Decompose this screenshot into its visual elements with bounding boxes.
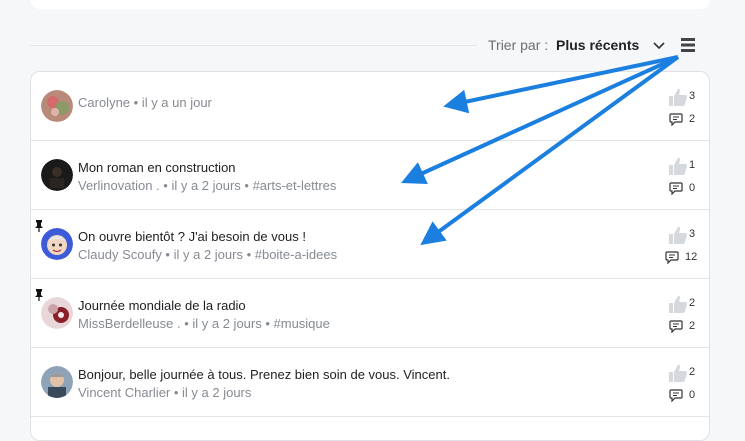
post-title[interactable]: On ouvre bientôt ? J'ai besoin de vous ! [78, 229, 306, 244]
post-meta: MissBerdelleuse . • il y a 2 jours • #mu… [78, 316, 330, 331]
post-stats: 2 2 [659, 279, 709, 348]
divider [30, 45, 477, 46]
post-stats: 2 0 [659, 348, 709, 417]
post-stats: 3 12 [659, 210, 709, 279]
comment-count: 12 [685, 251, 698, 263]
like-count: 1 [689, 159, 696, 171]
list-item[interactable]: Journée mondiale de la radio MissBerdell… [31, 279, 709, 348]
sort-label: Trier par : [488, 37, 549, 53]
comment-count: 2 [689, 113, 696, 125]
avatar [41, 228, 73, 260]
comment-icon[interactable] [665, 250, 679, 264]
list-item[interactable]: Bonjour, belle journée à tous. Prenez bi… [31, 348, 709, 417]
comment-icon[interactable] [669, 112, 683, 126]
sort-bar: Trier par : Plus récents [30, 30, 710, 60]
post-meta: Claudy Scoufy • il y a 2 jours • #boite-… [78, 247, 338, 262]
post-list: Carolyne • il y a un jour 3 2 Mon roman … [30, 71, 710, 441]
sort-dropdown[interactable]: Plus récents [556, 37, 639, 53]
comment-icon[interactable] [669, 388, 683, 402]
post-meta: Verlinovation . • il y a 2 jours • #arts… [78, 178, 337, 193]
avatar [41, 90, 73, 122]
thumbs-up-icon[interactable] [667, 86, 689, 108]
post-title[interactable]: Bonjour, belle journée à tous. Prenez bi… [78, 367, 450, 382]
like-count: 3 [689, 228, 696, 240]
list-item[interactable]: Carolyne • il y a un jour 3 2 [31, 72, 709, 141]
post-title[interactable]: Journée mondiale de la radio [78, 298, 246, 313]
comment-icon[interactable] [669, 181, 683, 195]
like-count: 3 [689, 90, 696, 102]
comment-count: 2 [689, 320, 696, 332]
post-meta: Carolyne • il y a un jour [78, 95, 212, 110]
comment-count: 0 [689, 182, 696, 194]
avatar [41, 297, 73, 329]
thumbs-up-icon[interactable] [667, 362, 689, 384]
thumbs-up-icon[interactable] [667, 155, 689, 177]
post-stats: 1 0 [659, 141, 709, 210]
comment-count: 0 [689, 389, 696, 401]
like-count: 2 [689, 366, 696, 378]
pin-icon [35, 289, 43, 301]
list-item[interactable]: On ouvre bientôt ? J'ai besoin de vous !… [31, 210, 709, 279]
avatar [41, 366, 73, 398]
post-title[interactable]: Mon roman en construction [78, 160, 236, 175]
thumbs-up-icon[interactable] [667, 224, 689, 246]
like-count: 2 [689, 297, 696, 309]
post-stats: 3 2 [659, 72, 709, 141]
post-meta: Vincent Charlier • il y a 2 jours [78, 385, 252, 400]
comment-icon[interactable] [669, 319, 683, 333]
thumbs-up-icon[interactable] [667, 293, 689, 315]
list-view-icon[interactable] [681, 37, 695, 53]
avatar [41, 159, 73, 191]
chevron-down-icon[interactable] [652, 38, 666, 52]
pin-icon [35, 220, 43, 232]
top-card [30, 0, 710, 9]
list-item[interactable]: Mon roman en construction Verlinovation … [31, 141, 709, 210]
